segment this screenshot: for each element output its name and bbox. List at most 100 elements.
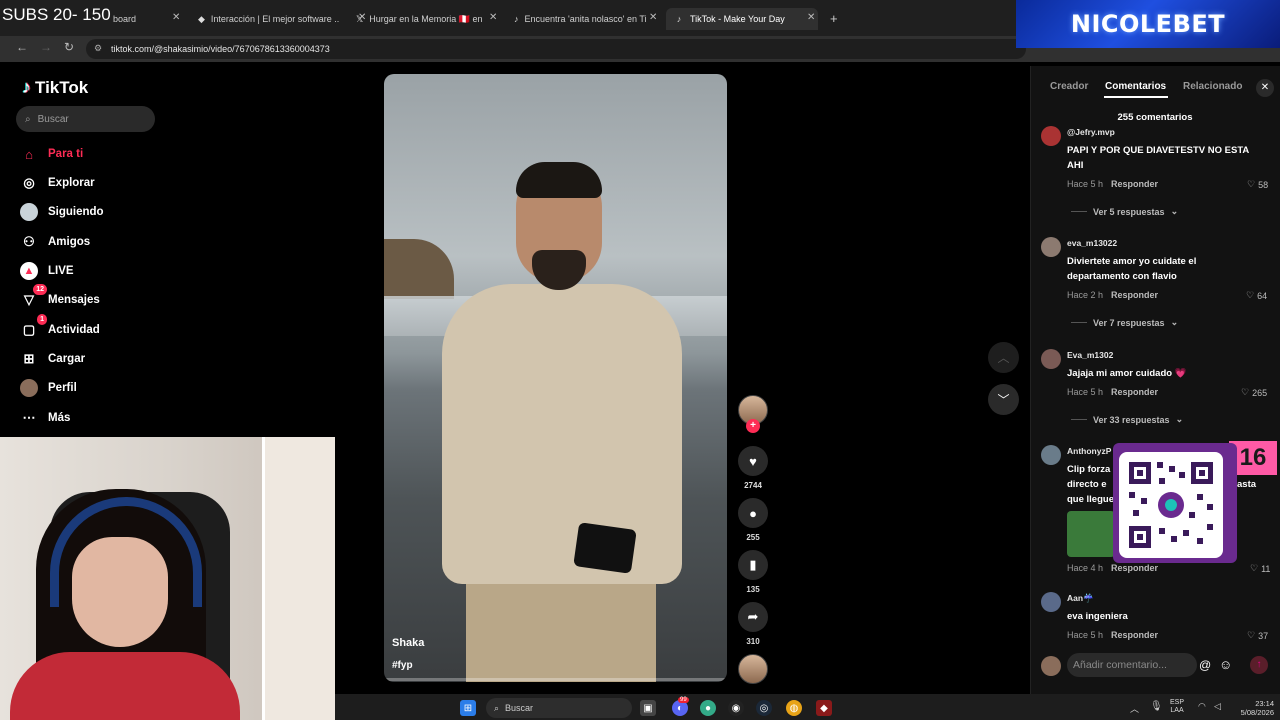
browser-tab-active[interactable]: ♪ TikTok - Make Your Day — [666, 8, 818, 30]
sidebar-item-perfil[interactable]: Perfil — [20, 378, 77, 398]
view-replies-button[interactable]: Ver 5 respuestas ⌄ — [1071, 206, 1178, 217]
comment-meta: Hace 4 h Responder — [1067, 563, 1158, 573]
view-replies-button[interactable]: Ver 33 respuestas ⌄ — [1071, 414, 1183, 425]
sound-avatar[interactable] — [738, 654, 768, 684]
sidebar-item-siguiendo[interactable]: Siguiendo — [20, 202, 104, 222]
sidebar-item-mas[interactable]: ⋯ Más — [20, 408, 71, 428]
sidebar-item-para-ti[interactable]: ⌂ Para ti — [20, 144, 83, 164]
video-progress-bar[interactable] — [384, 678, 727, 681]
tab-close-icon[interactable]: ✕ — [807, 12, 815, 23]
avatar[interactable] — [1041, 349, 1061, 369]
wifi-icon[interactable]: ◠ — [1198, 701, 1206, 712]
back-icon[interactable]: ← — [16, 40, 28, 54]
arrow-up-icon: ↑ — [1256, 659, 1262, 670]
chrome-icon[interactable]: ◍ — [786, 700, 802, 716]
taskbar-search[interactable]: ⌕ Buscar — [486, 698, 632, 718]
next-video-button[interactable]: ﹀ — [988, 384, 1019, 415]
reply-button[interactable]: Responder — [1111, 563, 1158, 573]
browser-tab[interactable]: 𝕏 Hurgar en la Memoria 🇵🇪 en X — [348, 8, 483, 30]
follow-plus-icon[interactable]: + — [746, 419, 760, 433]
sidebar-item-mensajes[interactable]: ▽ 12 Mensajes — [20, 284, 100, 310]
emoji-icon[interactable]: ☺ — [1219, 657, 1232, 672]
site-info-icon[interactable]: ⚙ — [94, 43, 102, 54]
app-icon[interactable]: ● — [700, 700, 716, 716]
avatar[interactable] — [1041, 237, 1061, 257]
tab-creador[interactable]: Creador — [1050, 81, 1088, 92]
volume-icon[interactable]: ◁ — [1214, 701, 1221, 712]
sidebar-item-live[interactable]: ▲ LIVE — [20, 261, 74, 281]
comment-button[interactable]: ● 255 — [738, 498, 768, 542]
avatar[interactable] — [1041, 445, 1061, 465]
comment-user[interactable]: @Jefry.mvp — [1067, 127, 1115, 137]
sidebar-item-explorar[interactable]: ◎ Explorar — [20, 173, 94, 193]
video-author[interactable]: Shaka — [392, 637, 424, 649]
reload-icon[interactable]: ↻ — [64, 40, 74, 54]
comment-user[interactable]: AnthonyzP — [1067, 446, 1111, 456]
share-count: 310 — [746, 637, 760, 646]
tab-close-icon[interactable]: ✕ — [489, 12, 497, 23]
share-button[interactable]: ➦ 310 — [738, 602, 768, 646]
qr-pattern-icon — [1129, 462, 1213, 548]
tiktok-logo[interactable]: ♪ TikTok — [22, 77, 88, 98]
language-indicator[interactable]: ESP LAA — [1170, 699, 1184, 715]
avatar[interactable] — [1041, 126, 1061, 146]
microphone-icon[interactable]: 🎙 — [1150, 701, 1163, 712]
comment-like[interactable]: ♡ 265 — [1241, 387, 1267, 398]
search-input[interactable]: ⌕ Buscar — [16, 106, 155, 132]
windows-start-icon[interactable]: ⊞ — [460, 700, 476, 716]
save-button[interactable]: ▮ 135 — [738, 550, 768, 594]
comment-icon: ● — [738, 498, 768, 528]
browser-tab[interactable]: ♪ Encuentra 'anita nolasco' en TikTok — [506, 8, 646, 30]
url-field[interactable]: ⚙ tiktok.com/@shakasimio/video/767067861… — [86, 39, 1026, 59]
comment-meta: Hace 5 h Responder — [1067, 630, 1158, 640]
comment-user[interactable]: eva_m13022 — [1067, 238, 1117, 248]
reply-button[interactable]: Responder — [1111, 290, 1158, 300]
new-tab-icon[interactable]: + — [830, 11, 838, 26]
avatar[interactable] — [1041, 592, 1061, 612]
add-comment-input[interactable]: Añadir comentario... — [1067, 653, 1197, 677]
comment-user[interactable]: Eva_m1302 — [1067, 350, 1113, 360]
send-button[interactable]: ↑ — [1250, 656, 1268, 674]
browser-tab[interactable]: ◆ Interacción | El mejor software ... — [190, 8, 340, 30]
app-icon[interactable]: ◆ — [816, 700, 832, 716]
video-caption[interactable]: #fyp — [392, 660, 413, 671]
tab-close-icon[interactable]: ✕ — [649, 12, 657, 23]
obs-icon[interactable]: ◉ — [728, 700, 744, 716]
comment-user[interactable]: Aan☔ — [1067, 593, 1094, 604]
video-phone — [573, 522, 637, 574]
clock[interactable]: 23:14 5/08/2026 — [1234, 699, 1274, 717]
sidebar-item-cargar[interactable]: ⊞ Cargar — [20, 349, 86, 369]
sidebar-item-actividad[interactable]: ▢ 1 Actividad — [20, 314, 100, 340]
heart-outline-icon: ♡ — [1250, 563, 1259, 573]
task-view-icon[interactable]: ▣ — [640, 700, 656, 716]
like-count: 58 — [1258, 179, 1269, 190]
tab-comentarios[interactable]: Comentarios — [1105, 81, 1166, 92]
comment-like[interactable]: ♡ 37 — [1247, 630, 1268, 641]
steam-icon[interactable]: ◎ — [756, 700, 772, 716]
reply-button[interactable]: Responder — [1111, 179, 1158, 189]
previous-video-button[interactable]: ︿ — [988, 342, 1019, 373]
like-button[interactable]: ♥ 2744 — [738, 446, 768, 490]
tiktok-icon: ♪ — [676, 14, 682, 24]
view-replies-button[interactable]: Ver 7 respuestas ⌄ — [1071, 317, 1178, 328]
chevron-up-icon[interactable]: ︿ — [1130, 702, 1139, 715]
comment-sticker-image[interactable] — [1067, 511, 1115, 557]
video-player[interactable]: Shaka #fyp — [384, 74, 727, 682]
forward-icon[interactable]: → — [40, 40, 52, 54]
sidebar-item-amigos[interactable]: ⚇ Amigos — [20, 232, 90, 252]
lang-line-1: ESP — [1170, 699, 1185, 706]
tab-close-icon[interactable]: ✕ — [172, 12, 180, 23]
comment-like[interactable]: ♡ 11 — [1250, 563, 1270, 574]
comment-like[interactable]: ♡ 58 — [1247, 179, 1268, 190]
sidebar-item-label: Amigos — [48, 236, 91, 248]
comment-text: eva ingeniera — [1067, 611, 1128, 622]
tab-relacionado[interactable]: Relacionado — [1183, 81, 1242, 92]
reply-button[interactable]: Responder — [1111, 630, 1158, 640]
mention-icon[interactable]: @ — [1199, 658, 1211, 672]
comment-like[interactable]: ♡ 64 — [1246, 290, 1267, 301]
reply-button[interactable]: Responder — [1111, 387, 1158, 397]
webcam-shelf — [262, 437, 335, 720]
comment-time: Hace 4 h — [1067, 563, 1104, 573]
tab-label: Hurgar en la Memoria 🇵🇪 en X — [369, 13, 483, 24]
close-icon[interactable]: ✕ — [1256, 79, 1274, 97]
